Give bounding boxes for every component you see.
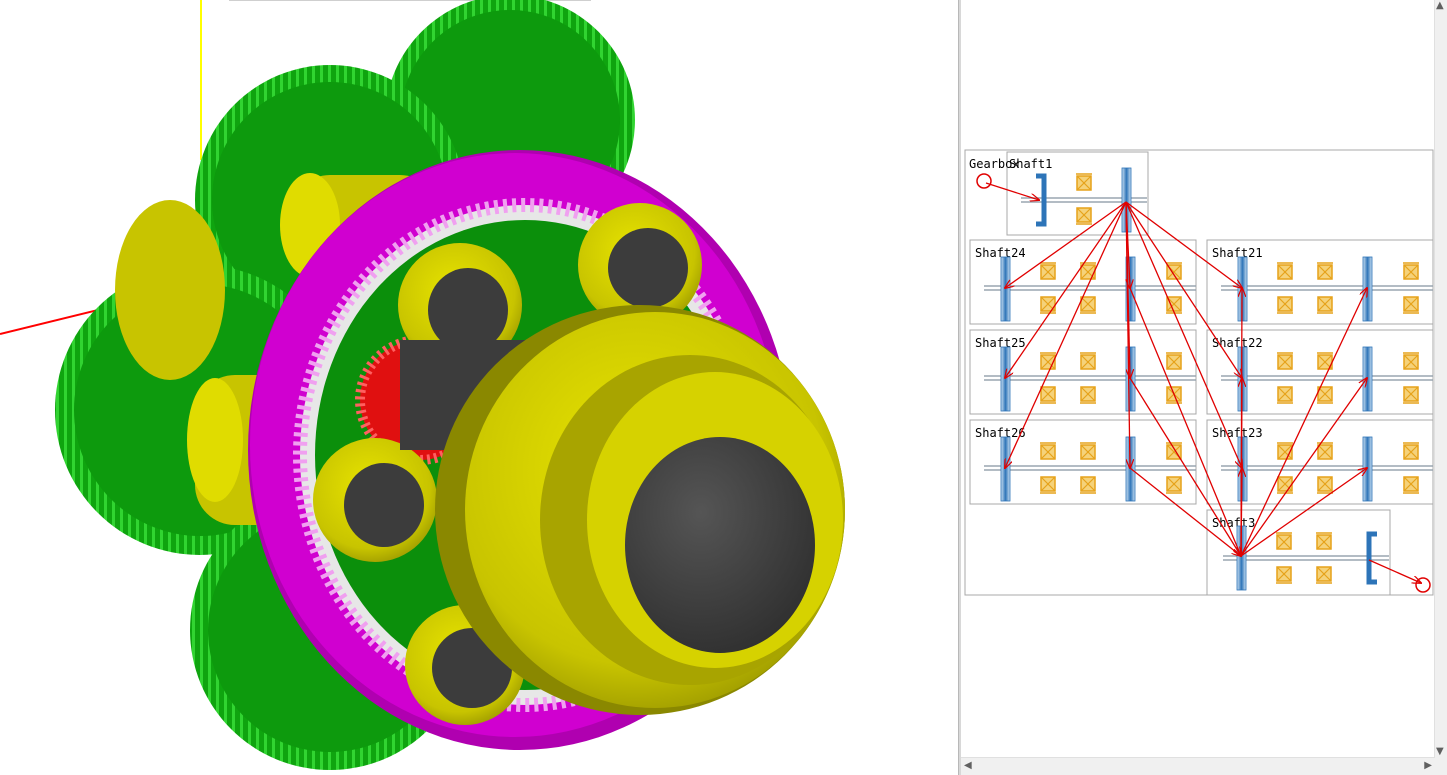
bearing-icon [1076, 207, 1092, 225]
bearing-icon [1040, 296, 1056, 314]
bearing-icon [1277, 386, 1293, 404]
scroll-down-icon[interactable]: ▼ [1436, 747, 1444, 757]
bearing-icon [1276, 532, 1292, 550]
bearing-icon [1076, 173, 1092, 191]
bearing-icon [1403, 262, 1419, 280]
gear-icon [1362, 436, 1373, 502]
gear-icon [1000, 256, 1011, 322]
gear-icon [1362, 256, 1373, 322]
gear-icon [1000, 346, 1011, 412]
scroll-left-icon[interactable]: ◀ [964, 761, 972, 771]
bearing-icon [1316, 532, 1332, 550]
rear-shaft-boss [115, 200, 225, 380]
bearing-icon [1040, 476, 1056, 494]
scroll-right-icon[interactable]: ▶ [1424, 761, 1432, 771]
bearing-icon [1080, 386, 1096, 404]
shaft25-label: Shaft25 [975, 336, 1026, 350]
bearing-icon [1040, 442, 1056, 460]
gearbox-3d-model[interactable] [0, 0, 958, 775]
bearing-icon [1277, 352, 1293, 370]
bearing-icon [1317, 296, 1333, 314]
shaft23-label: Shaft23 [1212, 426, 1263, 440]
shaft-diagram[interactable]: Shaft1GearboxShaft24 Shaft21Shaft25 Shaft2… [961, 0, 1435, 758]
shaft3-label: Shaft3 [1212, 516, 1255, 530]
scroll-up-icon[interactable]: ▲ [1436, 1, 1444, 11]
bearing-icon [1040, 262, 1056, 280]
bearing-icon [1403, 442, 1419, 460]
bearing-icon [1080, 476, 1096, 494]
scrollbar-corner [1435, 758, 1447, 775]
bearing-icon [1403, 352, 1419, 370]
bearing-icon [1403, 386, 1419, 404]
bearing-icon [1040, 386, 1056, 404]
shaft21-label: Shaft21 [1212, 246, 1263, 260]
bearing-icon [1166, 476, 1182, 494]
gearbox-label: Gearbox [969, 157, 1020, 171]
bearing-icon [1080, 352, 1096, 370]
planet-pin-left [313, 438, 437, 562]
bearing-icon [1277, 296, 1293, 314]
vertical-scrollbar[interactable]: ▲ ▼ [1434, 0, 1447, 758]
bearing-icon [1277, 262, 1293, 280]
horizontal-scrollbar[interactable]: ◀ ▶ [961, 757, 1435, 775]
bearing-icon [1317, 262, 1333, 280]
3d-viewport[interactable] [0, 0, 958, 775]
bearing-icon [1166, 352, 1182, 370]
bearing-icon [1316, 566, 1332, 584]
shaft24-label: Shaft24 [975, 246, 1026, 260]
output-hub [625, 437, 815, 653]
gear-icon [1362, 346, 1373, 412]
bearing-icon [1317, 476, 1333, 494]
bearing-icon [1403, 296, 1419, 314]
bearing-icon [1403, 476, 1419, 494]
shaft-diagram-panel[interactable]: Shaft1 Gearbox Shaft24 Shaft21 Shaft25 Shaft2… [961, 0, 1447, 775]
gear-icon [1000, 436, 1011, 502]
bearing-icon [1276, 566, 1292, 584]
bearing-icon [1080, 442, 1096, 460]
